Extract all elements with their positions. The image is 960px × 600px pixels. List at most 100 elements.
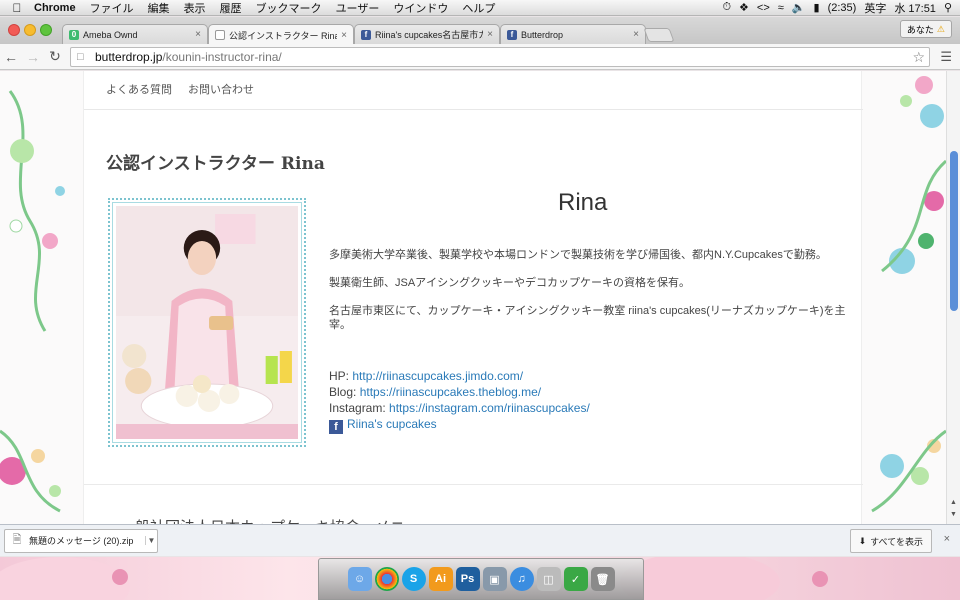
tab-riinas-cupcakes[interactable]: f Riina's cupcakes名古屋市カ × <box>354 24 500 44</box>
ameba-icon: 0 <box>69 29 79 40</box>
scrollbar-thumb[interactable] <box>950 151 958 311</box>
bio-paragraph: 多摩美術大学卒業後、製菓学校や本場ロンドンで製菓技術を学び帰国後、都内N.Y.C… <box>329 249 827 261</box>
bookmark-star-icon[interactable]: ☆ <box>912 49 925 66</box>
page-content: よくある質問 お問い合わせ 公認インストラクター Rina Rina 多摩美術大… <box>83 71 863 524</box>
scroll-down-icon[interactable]: ▼ <box>950 511 957 518</box>
browser-toolbar: ← → ↻ □ butterdrop.jp/kounin-instructor-… <box>0 44 960 70</box>
spotlight-icon[interactable]: ⚲ <box>944 1 952 14</box>
profile-photo <box>116 206 298 439</box>
facebook-icon[interactable]: f <box>329 420 343 434</box>
hp-link[interactable]: http://riinascupcakes.jimdo.com/ <box>352 369 523 383</box>
battery-time: (2:35) <box>827 1 857 14</box>
top-nav: よくある質問 お問い合わせ <box>106 81 254 97</box>
menu-file[interactable]: ファイル <box>90 0 134 16</box>
back-button[interactable]: ← <box>0 49 22 65</box>
dock: ☺ S Ai Ps ▣ ♫ ◫ ✓ 🗑 <box>318 558 644 600</box>
section-divider <box>84 484 863 485</box>
close-icon[interactable]: × <box>195 29 201 40</box>
scroll-up-icon[interactable]: ▲ <box>950 499 957 506</box>
menu-history[interactable]: 履歴 <box>220 0 242 16</box>
trash-icon[interactable]: 🗑 <box>590 567 615 591</box>
preview-icon[interactable]: ▣ <box>482 567 507 591</box>
menu-section-heading: 一般社団法人日本カップケーキ協会 メニュー <box>120 516 435 524</box>
apple-icon[interactable]:  <box>0 1 34 15</box>
show-all-downloads-button[interactable]: ⬇ すべてを表示 <box>849 529 932 553</box>
url-host: butterdrop.jp <box>95 50 163 64</box>
instructor-name: Rina <box>558 189 608 216</box>
bio-paragraph: 名古屋市東区にて、カップケーキ・アイシングクッキー教室 riina's cupc… <box>329 305 846 331</box>
menu-edit[interactable]: 編集 <box>148 0 170 16</box>
hp-label: HP: <box>329 369 350 383</box>
forward-button[interactable]: → <box>22 49 44 65</box>
new-tab-button[interactable] <box>643 28 675 42</box>
installer-icon[interactable]: ◫ <box>536 567 561 591</box>
menu-window[interactable]: ウインドウ <box>393 0 448 16</box>
download-item[interactable]: 🗎 無題のメッセージ (20).zip ▼ <box>4 528 158 553</box>
instructor-links: HP: http://riinascupcakes.jimdo.com/ Blo… <box>329 368 590 434</box>
blog-link[interactable]: https://riinascupcakes.theblog.me/ <box>360 385 541 399</box>
instructor-bio: 多摩美術大学卒業後、製菓学校や本場ロンドンで製菓技術を学び帰国後、都内N.Y.C… <box>329 248 849 346</box>
skype-icon[interactable]: S <box>401 567 426 591</box>
chevron-down-icon[interactable]: ▼ <box>145 536 157 545</box>
tab-butterdrop[interactable]: f Butterdrop × <box>500 24 646 44</box>
reload-button[interactable]: ↻ <box>44 48 66 65</box>
profile-photo-frame <box>108 198 306 447</box>
file-icon: 🗎 <box>12 534 22 546</box>
battery-icon[interactable]: ▮ <box>814 1 820 14</box>
menu-help[interactable]: ヘルプ <box>462 0 495 16</box>
volume-icon[interactable]: 🔈 <box>792 1 806 14</box>
close-icon[interactable]: × <box>487 29 493 40</box>
download-icon: ⬇ <box>858 535 867 546</box>
itunes-icon[interactable]: ♫ <box>509 567 534 591</box>
nav-contact-link[interactable]: お問い合わせ <box>188 81 254 97</box>
chrome-icon[interactable] <box>374 567 399 591</box>
dropbox-icon[interactable]: ❖ <box>739 1 749 14</box>
vertical-scrollbar[interactable]: ▲ ▼ <box>946 71 960 524</box>
menu-people[interactable]: ユーザー <box>336 0 380 16</box>
menu-view[interactable]: 表示 <box>184 0 206 16</box>
chrome-menu-icon[interactable]: ☰ <box>940 49 952 65</box>
app-icon[interactable]: ✓ <box>563 567 588 591</box>
input-method[interactable]: 英字 <box>864 0 886 16</box>
download-bar: 🗎 無題のメッセージ (20).zip ▼ ⬇ すべてを表示 × <box>0 524 960 556</box>
page-icon <box>215 30 225 40</box>
finder-icon[interactable]: ☺ <box>347 567 372 591</box>
nav-divider <box>84 109 863 110</box>
bio-paragraph: 製菓衛生師、JSAアイシングクッキーやデコカップケーキの資格を保有。 <box>329 277 690 289</box>
instagram-link[interactable]: https://instagram.com/riinascupcakes/ <box>389 401 590 415</box>
facebook-link[interactable]: Riina's cupcakes <box>347 417 437 431</box>
download-filename: 無題のメッセージ (20).zip <box>29 536 134 546</box>
instagram-label: Instagram: <box>329 401 386 415</box>
warning-icon: ⚠ <box>936 23 945 34</box>
app-menu[interactable]: Chrome <box>34 2 76 14</box>
minimize-window-icon[interactable] <box>24 24 36 36</box>
blog-label: Blog: <box>329 385 357 399</box>
url-path: /kounin-instructor-rina/ <box>162 50 282 64</box>
facebook-icon: f <box>507 29 517 40</box>
illustrator-icon[interactable]: Ai <box>428 567 453 591</box>
close-icon[interactable]: × <box>341 30 347 41</box>
close-icon[interactable]: × <box>944 533 950 545</box>
tab-strip: 0 Ameba Ownd × 公認インストラクター Rina × f Riina… <box>0 17 960 45</box>
tab-ameba-ownd[interactable]: 0 Ameba Ownd × <box>62 24 208 44</box>
facebook-icon: f <box>361 29 371 40</box>
menu-bookmarks[interactable]: ブックマーク <box>256 0 322 16</box>
clock[interactable]: 水 17:51 <box>894 0 936 16</box>
wifi-icon[interactable]: ≈ <box>778 2 784 14</box>
mac-menu-bar:  Chrome ファイル 編集 表示 履歴 ブックマーク ユーザー ウインドウ… <box>0 0 960 16</box>
floral-decoration-left <box>0 90 65 513</box>
address-bar[interactable]: □ butterdrop.jp/kounin-instructor-rina/ … <box>70 47 930 67</box>
zoom-window-icon[interactable] <box>40 24 52 36</box>
close-icon[interactable]: × <box>633 29 639 40</box>
page-title: 公認インストラクター Rina <box>106 154 325 174</box>
page-viewport: よくある質問 お問い合わせ 公認インストラクター Rina Rina 多摩美術大… <box>0 71 946 524</box>
nav-faq-link[interactable]: よくある質問 <box>106 81 172 97</box>
page-icon: □ <box>77 51 84 63</box>
time-machine-icon[interactable]: ⏱ <box>722 1 731 14</box>
close-window-icon[interactable] <box>8 24 20 36</box>
tab-kounin-instructor[interactable]: 公認インストラクター Rina × <box>208 24 354 45</box>
dev-icon[interactable]: <> <box>757 2 770 14</box>
profile-button[interactable]: あなた ⚠ <box>899 20 952 38</box>
floral-decoration-right <box>871 76 946 513</box>
photoshop-icon[interactable]: Ps <box>455 567 480 591</box>
